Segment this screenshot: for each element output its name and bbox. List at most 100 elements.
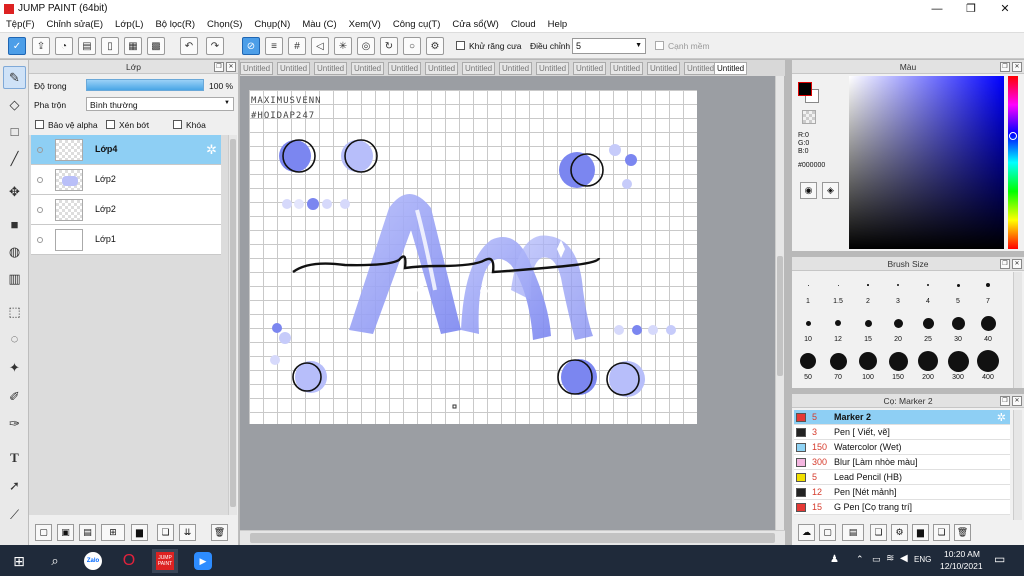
menu-tools[interactable]: Công cụ(T)	[387, 19, 447, 30]
brush-size-option[interactable]: 25	[913, 311, 943, 343]
chevron-up-icon[interactable]: ⌃	[856, 554, 864, 565]
trash-icon[interactable]: 🗑	[954, 524, 971, 541]
panel-close-icon[interactable]: ✕	[1012, 259, 1022, 269]
panel-close-icon[interactable]: ✕	[1012, 62, 1022, 72]
brush-size-option[interactable]: 100	[853, 349, 883, 381]
tab-document[interactable]: Untitled	[499, 62, 533, 75]
undo-icon[interactable]: ↶	[180, 37, 198, 55]
clock-time[interactable]: 10:20 AM	[944, 549, 980, 559]
jumppaint-app-icon[interactable]: JUMP PAINT	[152, 549, 178, 573]
brush-menu-icon[interactable]: ▤	[842, 524, 864, 541]
trash-icon[interactable]: 🗑	[211, 524, 228, 541]
minimize-button[interactable]: —	[920, 0, 954, 17]
brush-size-option[interactable]: 150	[883, 349, 913, 381]
search-icon[interactable]: ⌕	[42, 549, 68, 573]
speech-bubble-icon[interactable]: ◔	[55, 37, 73, 55]
comment-icon[interactable]: ▤	[78, 37, 96, 55]
brush-item[interactable]: 300 Blur [Làm nhòe màu]	[794, 455, 1010, 470]
panel-restore-icon[interactable]: ❐	[1000, 62, 1010, 72]
new-brush-icon[interactable]: ▢	[819, 524, 836, 541]
menu-layer[interactable]: Lớp(L)	[109, 19, 149, 30]
layer-row[interactable]: Lớp1	[31, 225, 221, 255]
speaker-icon[interactable]: ◀	[900, 553, 908, 564]
visibility-icon[interactable]	[37, 147, 43, 153]
windows-start-icon[interactable]: ⊞	[6, 549, 32, 573]
brush-size-option[interactable]: 15	[853, 311, 883, 343]
smooth-edge-checkbox[interactable]	[655, 41, 664, 50]
brush-size-option[interactable]: 70	[823, 349, 853, 381]
brush-size-option[interactable]: 300	[943, 349, 973, 381]
color-saturation-square[interactable]	[849, 76, 1004, 249]
tab-document[interactable]: Untitled	[314, 62, 348, 75]
cloud-brush-icon[interactable]: ☁	[798, 524, 815, 541]
gradient-tool-icon[interactable]: ▥	[3, 267, 26, 290]
layer-list-scrollbar[interactable]	[228, 135, 237, 515]
line-tool-icon[interactable]: ╱	[3, 147, 26, 170]
foreground-color-swatch[interactable]	[798, 82, 812, 96]
drawing-paper[interactable]: MAXIMUSVENN #HOIDAP247	[249, 90, 697, 424]
duplicate-icon[interactable]: ❏	[157, 524, 174, 541]
merge-icon[interactable]: ⇊	[179, 524, 196, 541]
zoom-app-icon[interactable]: ▶	[190, 549, 216, 573]
menu-help[interactable]: Help	[542, 19, 574, 30]
canvas-horizontal-scrollbar[interactable]	[240, 530, 785, 545]
panel-restore-icon[interactable]: ❐	[214, 62, 224, 72]
opera-app-icon[interactable]: O	[116, 549, 142, 573]
tab-document[interactable]: Untitled	[388, 62, 422, 75]
transparent-swatch[interactable]	[802, 110, 816, 124]
panel-restore-icon[interactable]: ❐	[1000, 396, 1010, 406]
crosshatch-icon[interactable]: #	[288, 37, 306, 55]
share-icon[interactable]: ⇪	[32, 37, 50, 55]
lasso-select-icon[interactable]: ◌	[3, 327, 26, 350]
brush-size-option[interactable]: 50	[793, 349, 823, 381]
scrollbar-thumb[interactable]	[230, 139, 236, 507]
menu-edit[interactable]: Chỉnh sửa(E)	[41, 19, 110, 30]
brush-size-option[interactable]: 20	[883, 311, 913, 343]
panel-close-icon[interactable]: ✕	[226, 62, 236, 72]
brush-size-option[interactable]: 4	[913, 273, 943, 305]
brush-item[interactable]: 5 Lead Pencil (HB)	[794, 470, 1010, 485]
layer-row[interactable]: Lớp2	[31, 165, 221, 195]
lock-checkbox[interactable]	[173, 120, 182, 129]
close-button[interactable]: ✕	[988, 0, 1022, 17]
menu-view[interactable]: Xem(V)	[343, 19, 387, 30]
menu-select[interactable]: Chọn(S)	[201, 19, 248, 30]
visibility-icon[interactable]	[37, 207, 43, 213]
grid-view-icon[interactable]: ▦	[124, 37, 142, 55]
menu-filter[interactable]: Bộ lọc(R)	[149, 19, 201, 30]
eyedropper-tool-icon[interactable]: ⟋	[3, 503, 26, 526]
tab-document[interactable]: Untitled	[277, 62, 311, 75]
concentric-icon[interactable]: ◎	[357, 37, 375, 55]
redo-icon[interactable]: ↷	[206, 37, 224, 55]
rect-select-icon[interactable]: ⬚	[3, 300, 26, 323]
brush-copy-icon[interactable]: ❏	[870, 524, 887, 541]
brush-settings-icon[interactable]: ⚙	[891, 524, 908, 541]
brush-list-scrollbar[interactable]	[1013, 410, 1022, 520]
brush-size-option[interactable]: 400	[973, 349, 1003, 381]
gear-icon[interactable]: ✲	[206, 142, 217, 158]
select-eraser-icon[interactable]: ✑	[3, 412, 26, 435]
menu-color[interactable]: Màu (C)	[296, 19, 342, 30]
perspective-icon[interactable]: ◁	[311, 37, 329, 55]
canvas-vertical-scrollbar[interactable]	[775, 76, 784, 530]
brush-size-scrollbar[interactable]	[1013, 272, 1022, 388]
curve-icon[interactable]: ↻	[380, 37, 398, 55]
zalo-app-icon[interactable]: Zalo	[80, 549, 106, 573]
brush-size-option[interactable]: 1.5	[823, 273, 853, 305]
brush-size-option[interactable]: 12	[823, 311, 853, 343]
brush-size-option[interactable]: 3	[883, 273, 913, 305]
eraser-tool-icon[interactable]: ◇	[3, 93, 26, 116]
blend-mode-select[interactable]: Bình thường ▼	[86, 97, 234, 111]
protect-alpha-checkbox[interactable]	[35, 120, 44, 129]
bucket-tool-icon[interactable]: ◍	[3, 240, 26, 263]
folder-icon[interactable]: ▆	[912, 524, 929, 541]
brush-size-option[interactable]: 10	[793, 311, 823, 343]
clipping-checkbox[interactable]	[106, 120, 115, 129]
maximize-button[interactable]: ❐	[954, 0, 988, 17]
panel-close-icon[interactable]: ✕	[1012, 396, 1022, 406]
tab-document[interactable]: Untitled	[462, 62, 496, 75]
antialias-checkbox[interactable]	[456, 41, 465, 50]
adjust-select[interactable]: 5 ▼	[572, 38, 646, 54]
fill-rect-tool-icon[interactable]: ■	[3, 213, 26, 236]
circle-snap-icon[interactable]: ○	[403, 37, 421, 55]
